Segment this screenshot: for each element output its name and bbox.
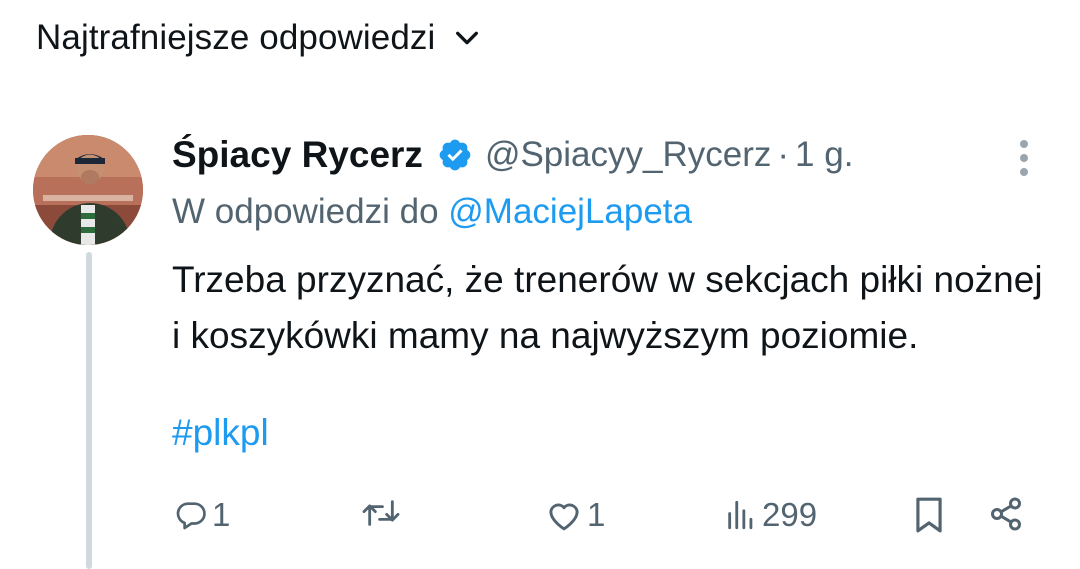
views-button[interactable]: 299 [724,496,817,534]
user-handle[interactable]: @Spiacyy_Rycerz [485,135,771,175]
share-icon [988,496,1024,532]
bookmark-button[interactable] [912,496,946,534]
tweet-text: Trzeba przyznać, że trenerów w sekcjach … [172,259,1043,356]
share-button[interactable] [988,496,1024,532]
reply-icon [174,498,208,532]
action-bar: 1 1 299 [0,490,1080,540]
sort-dropdown[interactable]: Najtrafniejsze odpowiedzi [36,18,481,58]
reply-prefix: W odpowiedzi do [172,192,439,231]
retweet-icon [360,496,402,530]
sort-label: Najtrafniejsze odpowiedzi [36,18,436,57]
heart-icon [545,498,583,532]
reply-count: 1 [212,496,231,533]
reply-button[interactable]: 1 [174,496,230,534]
views-count: 299 [762,496,818,533]
chevron-down-icon [453,24,481,52]
avatar[interactable] [33,135,143,245]
like-button[interactable]: 1 [545,496,605,534]
tweet-meta: Śpiacy Rycerz @Spiacyy_Rycerz · 1 g. [172,134,853,176]
more-options-icon[interactable] [1012,140,1036,180]
reply-context: W odpowiedzi do @MaciejLapeta [172,192,692,232]
bookmark-icon [912,496,946,534]
analytics-icon [724,498,758,532]
verified-badge-icon [437,137,473,173]
display-name[interactable]: Śpiacy Rycerz [172,134,423,176]
hashtag-link[interactable]: #plkpl [172,412,269,454]
like-count: 1 [587,496,606,533]
separator-dot: · [777,135,790,174]
reply-mention-link[interactable]: @MaciejLapeta [448,192,692,231]
retweet-button[interactable] [360,496,406,530]
timestamp[interactable]: 1 g. [795,135,853,175]
